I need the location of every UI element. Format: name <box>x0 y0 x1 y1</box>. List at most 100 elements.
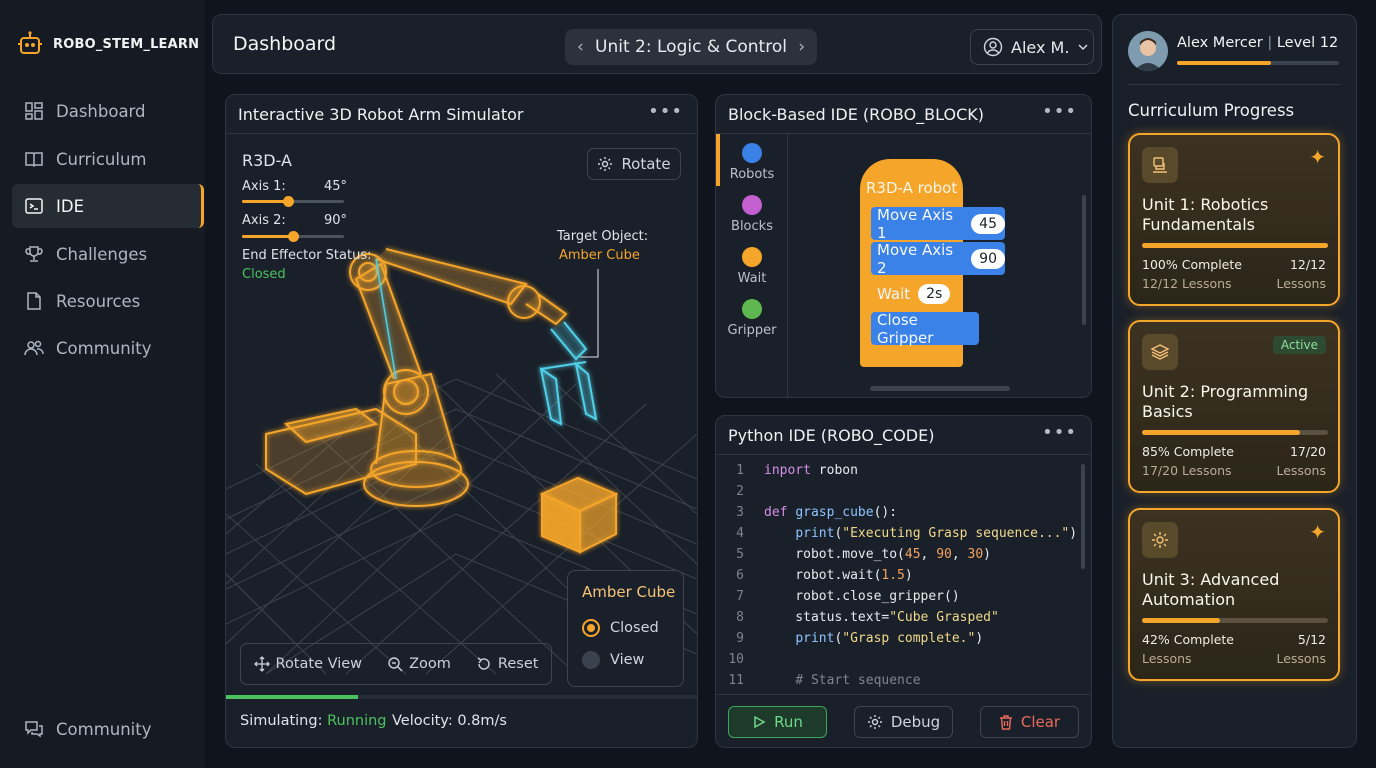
python-ide-panel: Python IDE (ROBO_CODE) ••• 1 2 3 4 5 6 7… <box>715 415 1092 748</box>
clear-button[interactable]: Clear <box>980 706 1079 738</box>
block-value-input[interactable]: 2s <box>918 283 951 304</box>
category-gripper[interactable]: Gripper <box>716 299 788 338</box>
block-wait[interactable]: Wait 2s <box>871 277 953 310</box>
axis1-slider-knob[interactable] <box>282 196 294 207</box>
velocity-readout: Velocity: 0.8m/s <box>392 713 507 729</box>
line-number: 4 <box>736 526 744 541</box>
sidebar-item-resources[interactable]: Resources <box>12 279 204 323</box>
user-menu[interactable]: Alex M. <box>970 29 1094 65</box>
sparkle-icon: ✦ <box>1309 520 1326 544</box>
code-line: print("Executing Grasp sequence...") <box>795 526 1078 541</box>
more-options-icon[interactable]: ••• <box>1042 422 1077 443</box>
unit-title: Unit 2: Programming Basics <box>1142 382 1309 421</box>
robot-base <box>265 248 568 507</box>
sidebar-item-ide[interactable]: IDE <box>12 184 204 228</box>
sidebar-item-label: Challenges <box>56 244 148 264</box>
unit-progress-fill <box>1142 618 1221 623</box>
legend-option-view[interactable]: View <box>582 651 644 669</box>
unit-progress-fill <box>1142 243 1328 248</box>
category-robots[interactable]: Robots <box>716 143 788 182</box>
status-badge: Active <box>1272 336 1326 354</box>
profile-line: Alex Mercer | Level 12 <box>1177 35 1339 51</box>
block-move-axis-2[interactable]: Move Axis 2 90 <box>871 241 1005 277</box>
radio-selected-icon <box>582 619 600 637</box>
category-wait[interactable]: Wait <box>716 247 788 286</box>
line-number: 9 <box>736 631 744 646</box>
divider <box>716 454 1091 455</box>
block-ide-panel: Block-Based IDE (ROBO_BLOCK) ••• Robots … <box>715 94 1092 398</box>
chevron-right-icon[interactable]: › <box>798 37 805 57</box>
more-options-icon[interactable]: ••• <box>1042 101 1077 122</box>
horizontal-scrollbar[interactable] <box>870 386 1010 391</box>
run-button[interactable]: Run <box>728 706 827 738</box>
unit-complete: 42% Complete <box>1142 632 1234 647</box>
xp-bar <box>1177 61 1339 65</box>
chevron-left-icon[interactable]: ‹ <box>577 37 584 57</box>
reset-button[interactable]: Reset <box>476 656 539 672</box>
vertical-scrollbar[interactable] <box>1082 195 1086 325</box>
sidebar-item-dashboard[interactable]: Dashboard <box>12 89 204 133</box>
avatar[interactable] <box>1128 31 1168 71</box>
code-line: robot.wait(1.5) <box>764 568 913 583</box>
unit-card-2[interactable]: Active Unit 2: Programming Basics 85% Co… <box>1128 320 1340 493</box>
python-ide-title: Python IDE (ROBO_CODE) <box>728 426 935 445</box>
category-label: Robots <box>729 167 775 182</box>
category-dot-icon <box>742 299 762 319</box>
code-line: status.text="Cube Grasped" <box>764 610 999 625</box>
code-scrollbar[interactable] <box>1081 464 1085 569</box>
view-toolbar: Rotate View Zoom Reset <box>240 643 552 685</box>
legend-option-closed[interactable]: Closed <box>582 619 659 637</box>
unit-complete: 85% Complete <box>1142 444 1234 459</box>
block-close-gripper[interactable]: Close Gripper <box>871 311 979 347</box>
rotate-view-button[interactable]: Rotate View <box>253 656 362 672</box>
sidebar-item-community[interactable]: Community <box>12 326 204 370</box>
line-number: 5 <box>736 547 744 562</box>
sidebar-item-label: Curriculum <box>56 149 147 169</box>
block-value-input[interactable]: 45 <box>971 213 1005 234</box>
sidebar-item-curriculum[interactable]: Curriculum <box>12 137 204 181</box>
unit-progress-fill <box>1142 430 1301 435</box>
category-label: Gripper <box>727 323 777 338</box>
axis2-slider-knob[interactable] <box>288 231 299 242</box>
reset-icon <box>477 657 490 670</box>
avatar-image <box>1128 31 1168 71</box>
block-value-input[interactable]: 90 <box>971 248 1005 269</box>
axis1-slider[interactable] <box>242 196 344 207</box>
dashboard-icon <box>25 102 43 120</box>
xp-bar-fill <box>1177 61 1271 65</box>
code-line: robot.close_gripper() <box>764 589 960 604</box>
reset-label: Reset <box>497 656 539 672</box>
document-icon <box>27 292 41 310</box>
clear-button-label: Clear <box>1020 713 1061 731</box>
divider <box>1128 84 1340 85</box>
chevron-down-icon <box>1078 44 1088 51</box>
more-options-icon[interactable]: ••• <box>648 101 683 122</box>
unit-card-1[interactable]: ✦ Unit 1: Robotics Fundamentals 100% Com… <box>1128 133 1340 306</box>
axis1-slider-fill <box>242 200 288 203</box>
line-number: 11 <box>728 673 744 688</box>
unit-card-3[interactable]: ✦ Unit 3: Advanced Automation 42% Comple… <box>1128 508 1340 681</box>
zoom-button[interactable]: Zoom <box>387 656 451 672</box>
unit-count: 12/12 <box>1289 257 1326 272</box>
target-value: Amber Cube <box>559 248 640 263</box>
target-label: Target Object: <box>557 229 649 244</box>
rotate-button[interactable]: Rotate <box>587 148 681 180</box>
object-legend: Amber Cube Closed View <box>567 570 684 687</box>
unit-count: 17/20 <box>1289 444 1326 459</box>
curriculum-title: Curriculum Progress <box>1128 101 1295 120</box>
sidebar-footer-community[interactable]: Community <box>12 707 204 751</box>
block-move-axis-1[interactable]: Move Axis 1 45 <box>871 206 1005 242</box>
unit-lessons: Lessons <box>1142 651 1192 666</box>
sidebar-item-challenges[interactable]: Challenges <box>12 232 204 276</box>
play-icon <box>754 715 766 729</box>
axis2-slider[interactable] <box>242 231 344 242</box>
unit-selector[interactable]: ‹ Unit 2: Logic & Control › <box>565 29 817 65</box>
robot-logo-icon <box>18 31 42 54</box>
radio-unselected-icon <box>582 651 600 669</box>
status-label: Simulating: <box>240 713 323 729</box>
book-icon <box>25 152 43 168</box>
trophy-icon <box>25 246 43 262</box>
brand[interactable]: ROBO_STEM_LEARN <box>16 30 199 58</box>
category-blocks[interactable]: Blocks <box>716 195 788 234</box>
debug-button[interactable]: Debug <box>854 706 953 738</box>
